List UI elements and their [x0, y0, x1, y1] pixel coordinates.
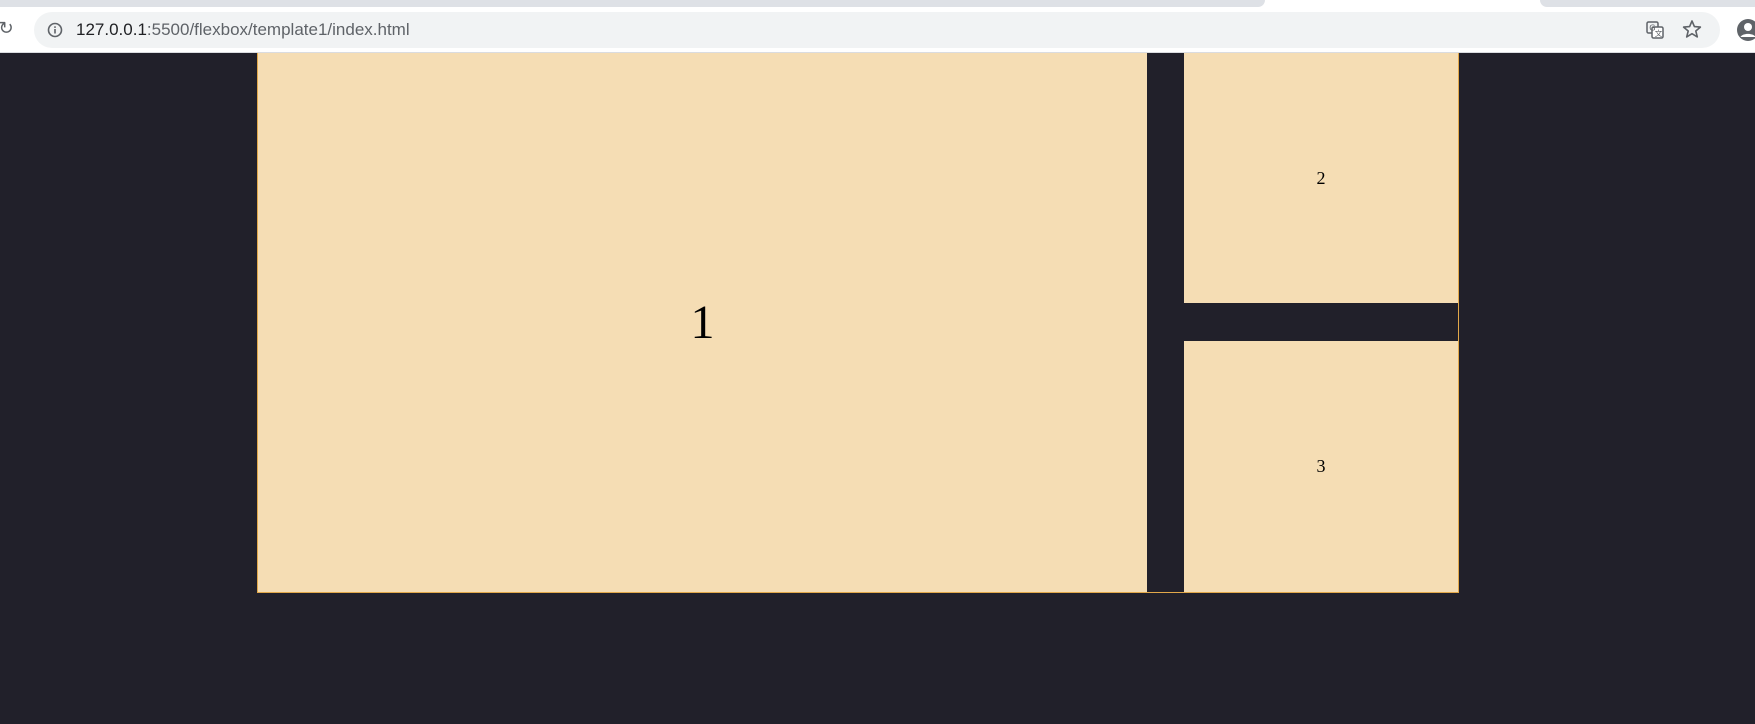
page-viewport: 1 2 3 — [0, 53, 1755, 724]
row-gap — [1184, 303, 1458, 341]
browser-tab-right[interactable] — [1540, 0, 1755, 7]
box-2: 2 — [1184, 53, 1458, 303]
info-icon[interactable] — [46, 21, 64, 39]
translate-icon[interactable]: G 文 — [1646, 21, 1664, 39]
browser-toolbar: ↻ 127.0.0.1:5500/flexbox/template1/index… — [0, 8, 1755, 53]
reload-icon[interactable]: ↻ — [0, 18, 16, 39]
box-1: 1 — [258, 53, 1147, 592]
url-path: :5500/flexbox/template1/index.html — [146, 20, 410, 39]
box-3: 3 — [1184, 341, 1458, 592]
address-bar[interactable]: 127.0.0.1:5500/flexbox/template1/index.h… — [34, 12, 1720, 48]
flex-container: 1 2 3 — [257, 53, 1459, 593]
column-gap — [1147, 53, 1184, 592]
browser-tab-left[interactable] — [0, 0, 1265, 7]
star-icon[interactable] — [1682, 19, 1702, 39]
svg-text:文: 文 — [1655, 28, 1663, 38]
profile-icon[interactable] — [1736, 18, 1755, 42]
url-text[interactable]: 127.0.0.1:5500/flexbox/template1/index.h… — [76, 12, 410, 48]
url-host: 127.0.0.1 — [76, 20, 147, 39]
tab-strip — [0, 0, 1755, 8]
right-column: 2 3 — [1184, 53, 1458, 592]
